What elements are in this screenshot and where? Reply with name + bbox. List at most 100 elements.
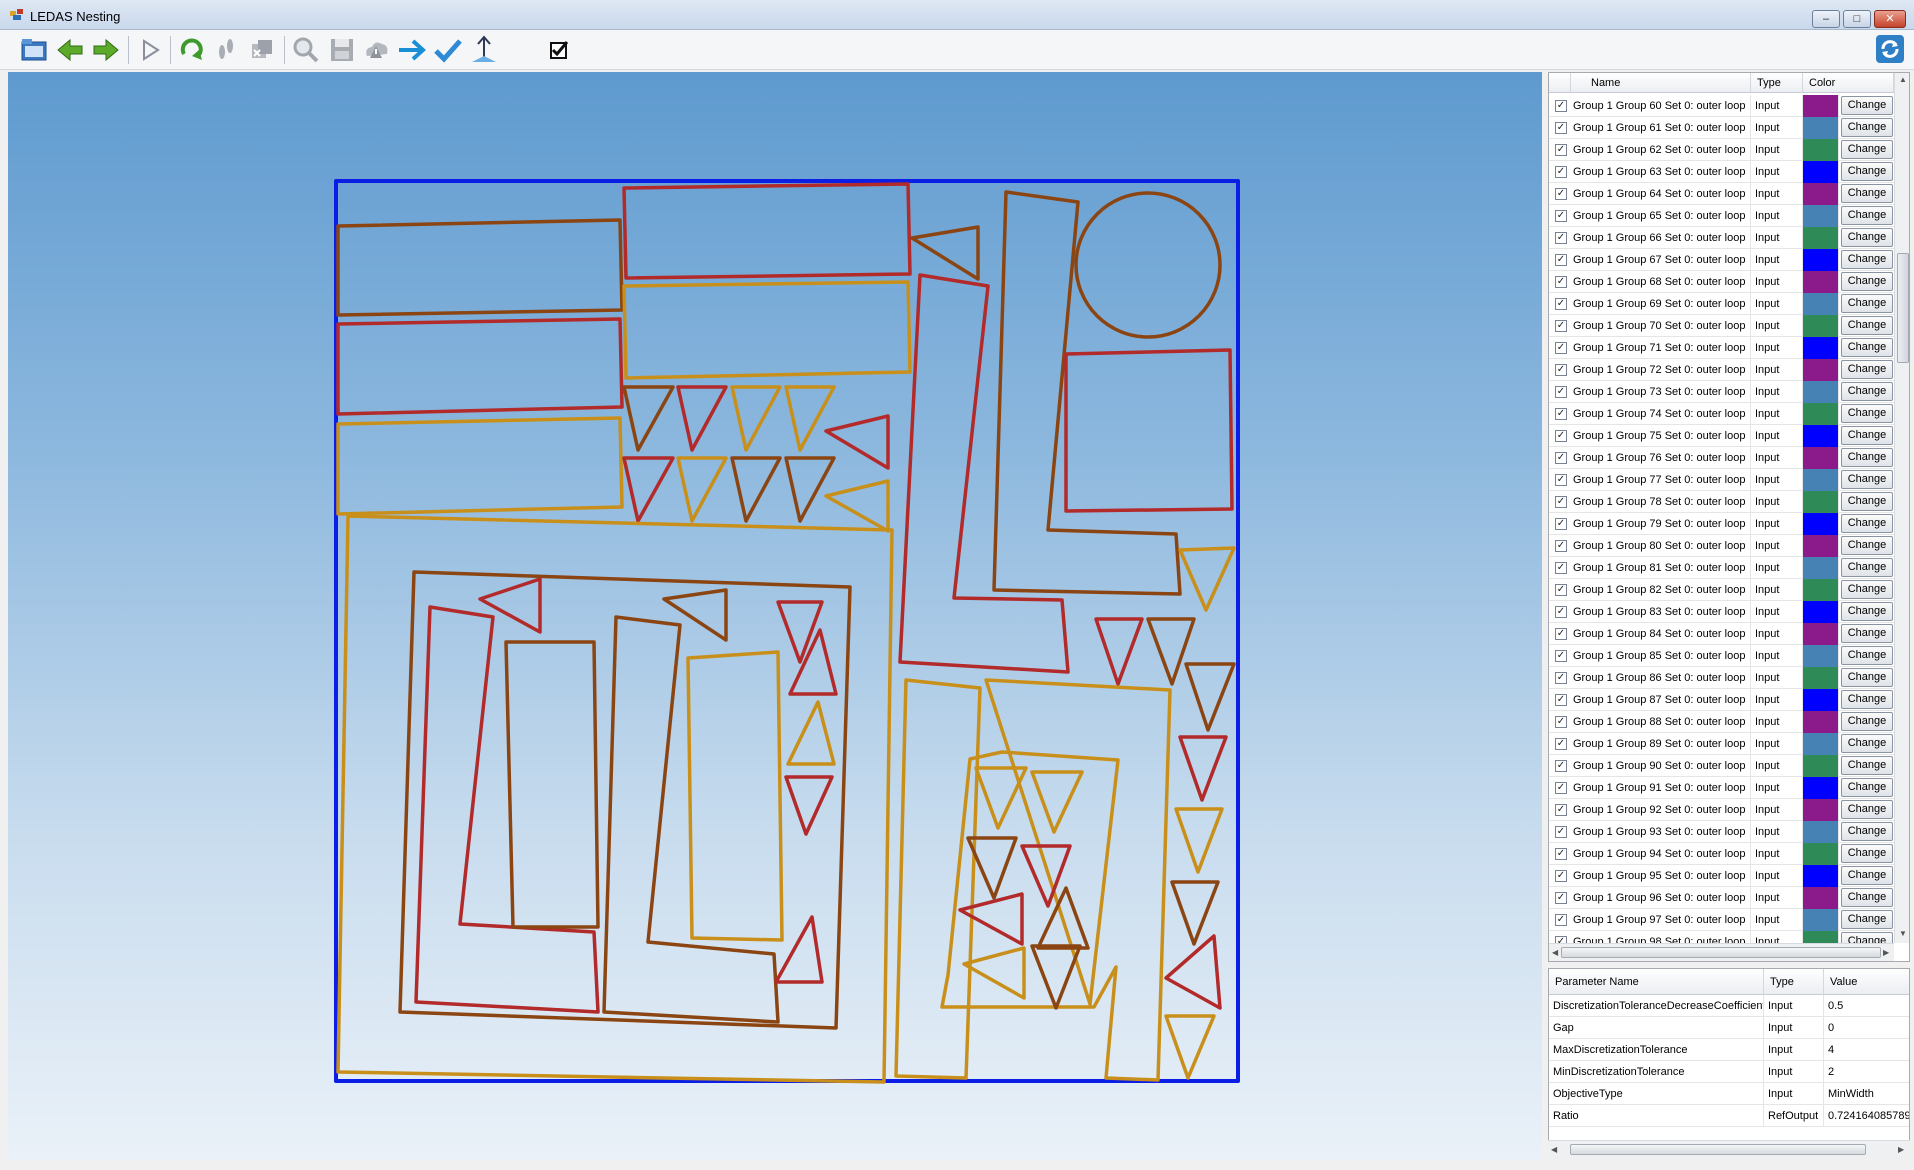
checkbox-icon[interactable]: [542, 34, 574, 66]
change-color-button[interactable]: Change: [1841, 426, 1893, 445]
change-color-button[interactable]: Change: [1841, 404, 1893, 423]
table-row[interactable]: ✓ Group 1 Group 68 Set 0: outer loop Input…: [1549, 271, 1894, 293]
row-checkbox[interactable]: ✓: [1555, 122, 1567, 134]
back-arrow-icon[interactable]: [54, 34, 86, 66]
row-checkbox[interactable]: ✓: [1555, 144, 1567, 156]
row-checkbox[interactable]: ✓: [1555, 650, 1567, 662]
change-color-button[interactable]: Change: [1841, 602, 1893, 621]
redo-icon[interactable]: [176, 34, 208, 66]
table-row[interactable]: ✓ Group 1 Group 80 Set 0: outer loop Input…: [1549, 535, 1894, 557]
table-row[interactable]: ✓ Group 1 Group 63 Set 0: outer loop Input…: [1549, 161, 1894, 183]
row-checkbox[interactable]: ✓: [1555, 166, 1567, 178]
change-color-button[interactable]: Change: [1841, 448, 1893, 467]
change-color-button[interactable]: Change: [1841, 118, 1893, 137]
row-checkbox[interactable]: ✓: [1555, 342, 1567, 354]
change-color-button[interactable]: Change: [1841, 96, 1893, 115]
row-checkbox[interactable]: ✓: [1555, 540, 1567, 552]
change-color-button[interactable]: Change: [1841, 162, 1893, 181]
change-color-button[interactable]: Change: [1841, 888, 1893, 907]
table-row[interactable]: ✓ Group 1 Group 97 Set 0: outer loop Input…: [1549, 909, 1894, 931]
refresh-icon[interactable]: [1874, 33, 1906, 65]
change-color-button[interactable]: Change: [1841, 844, 1893, 863]
parameter-row[interactable]: MinDiscretizationTolerance Input 2: [1549, 1061, 1909, 1083]
row-checkbox[interactable]: ✓: [1555, 364, 1567, 376]
row-checkbox[interactable]: ✓: [1555, 474, 1567, 486]
row-checkbox[interactable]: ✓: [1555, 870, 1567, 882]
nesting-canvas[interactable]: [8, 72, 1542, 1160]
change-color-button[interactable]: Change: [1841, 712, 1893, 731]
row-checkbox[interactable]: ✓: [1555, 210, 1567, 222]
change-color-button[interactable]: Change: [1841, 536, 1893, 555]
row-checkbox[interactable]: ✓: [1555, 914, 1567, 926]
table-row[interactable]: ✓ Group 1 Group 75 Set 0: outer loop Input…: [1549, 425, 1894, 447]
play-icon[interactable]: [134, 34, 166, 66]
table-row[interactable]: ✓ Group 1 Group 60 Set 0: outer loop Input…: [1549, 95, 1894, 117]
change-color-button[interactable]: Change: [1841, 514, 1893, 533]
table-row[interactable]: ✓ Group 1 Group 93 Set 0: outer loop Input…: [1549, 821, 1894, 843]
close-button[interactable]: ✕: [1874, 10, 1906, 28]
row-checkbox[interactable]: ✓: [1555, 320, 1567, 332]
table-row[interactable]: ✓ Group 1 Group 81 Set 0: outer loop Input…: [1549, 557, 1894, 579]
change-color-button[interactable]: Change: [1841, 360, 1893, 379]
row-checkbox[interactable]: ✓: [1555, 276, 1567, 288]
row-checkbox[interactable]: ✓: [1555, 562, 1567, 574]
change-color-button[interactable]: Change: [1841, 690, 1893, 709]
parameter-value[interactable]: 0.724164085789: [1824, 1105, 1909, 1127]
row-checkbox[interactable]: ✓: [1555, 188, 1567, 200]
table-row[interactable]: ✓ Group 1 Group 76 Set 0: outer loop Input…: [1549, 447, 1894, 469]
row-checkbox[interactable]: ✓: [1555, 408, 1567, 420]
row-checkbox[interactable]: ✓: [1555, 584, 1567, 596]
table-row[interactable]: ✓ Group 1 Group 72 Set 0: outer loop Input…: [1549, 359, 1894, 381]
table-row[interactable]: ✓ Group 1 Group 94 Set 0: outer loop Input…: [1549, 843, 1894, 865]
table-row[interactable]: ✓ Group 1 Group 77 Set 0: outer loop Input…: [1549, 469, 1894, 491]
checkmark-icon[interactable]: [432, 34, 464, 66]
change-color-button[interactable]: Change: [1841, 580, 1893, 599]
table-row[interactable]: ✓ Group 1 Group 64 Set 0: outer loop Input…: [1549, 183, 1894, 205]
parameter-value[interactable]: 2: [1824, 1061, 1909, 1083]
table-row[interactable]: ✓ Group 1 Group 61 Set 0: outer loop Input…: [1549, 117, 1894, 139]
footprints-icon[interactable]: [210, 34, 242, 66]
column-header-param-type[interactable]: Type: [1764, 969, 1824, 995]
table-row[interactable]: ✓ Group 1 Group 92 Set 0: outer loop Input…: [1549, 799, 1894, 821]
table-row[interactable]: ✓ Group 1 Group 78 Set 0: outer loop Input…: [1549, 491, 1894, 513]
table-row[interactable]: ✓ Group 1 Group 95 Set 0: outer loop Input…: [1549, 865, 1894, 887]
change-color-button[interactable]: Change: [1841, 470, 1893, 489]
change-color-button[interactable]: Change: [1841, 206, 1893, 225]
row-checkbox[interactable]: ✓: [1555, 760, 1567, 772]
horizontal-scrollbar[interactable]: ◀ ▶: [1549, 943, 1894, 961]
zoom-icon[interactable]: [290, 34, 322, 66]
change-color-button[interactable]: Change: [1841, 316, 1893, 335]
table-row[interactable]: ✓ Group 1 Group 79 Set 0: outer loop Input…: [1549, 513, 1894, 535]
table-row[interactable]: ✓ Group 1 Group 65 Set 0: outer loop Input…: [1549, 205, 1894, 227]
parameter-row[interactable]: Gap Input 0: [1549, 1017, 1909, 1039]
table-row[interactable]: ✓ Group 1 Group 85 Set 0: outer loop Input…: [1549, 645, 1894, 667]
row-checkbox[interactable]: ✓: [1555, 452, 1567, 464]
row-checkbox[interactable]: ✓: [1555, 826, 1567, 838]
change-color-button[interactable]: Change: [1841, 624, 1893, 643]
row-checkbox[interactable]: ✓: [1555, 628, 1567, 640]
change-color-button[interactable]: Change: [1841, 778, 1893, 797]
table-row[interactable]: ✓ Group 1 Group 67 Set 0: outer loop Input…: [1549, 249, 1894, 271]
table-row[interactable]: ✓ Group 1 Group 90 Set 0: outer loop Input…: [1549, 755, 1894, 777]
table-row[interactable]: ✓ Group 1 Group 91 Set 0: outer loop Input…: [1549, 777, 1894, 799]
table-row[interactable]: ✓ Group 1 Group 96 Set 0: outer loop Input…: [1549, 887, 1894, 909]
layers-icon[interactable]: [246, 34, 278, 66]
change-color-button[interactable]: Change: [1841, 382, 1893, 401]
row-checkbox[interactable]: ✓: [1555, 496, 1567, 508]
row-checkbox[interactable]: ✓: [1555, 848, 1567, 860]
table-row[interactable]: ✓ Group 1 Group 87 Set 0: outer loop Input…: [1549, 689, 1894, 711]
change-color-button[interactable]: Change: [1841, 184, 1893, 203]
change-color-button[interactable]: Change: [1841, 668, 1893, 687]
scroll-thumb[interactable]: [1561, 947, 1881, 958]
parameter-row[interactable]: DiscretizationToleranceDecreaseCoefficie…: [1549, 995, 1909, 1017]
parameter-row[interactable]: MaxDiscretizationTolerance Input 4: [1549, 1039, 1909, 1061]
maximize-button[interactable]: □: [1843, 10, 1871, 28]
row-checkbox[interactable]: ✓: [1555, 804, 1567, 816]
cloud-warning-icon[interactable]: [360, 34, 392, 66]
table-row[interactable]: ✓ Group 1 Group 69 Set 0: outer loop Input…: [1549, 293, 1894, 315]
row-checkbox[interactable]: ✓: [1555, 254, 1567, 266]
row-checkbox[interactable]: ✓: [1555, 518, 1567, 530]
change-color-button[interactable]: Change: [1841, 140, 1893, 159]
change-color-button[interactable]: Change: [1841, 822, 1893, 841]
row-checkbox[interactable]: ✓: [1555, 100, 1567, 112]
